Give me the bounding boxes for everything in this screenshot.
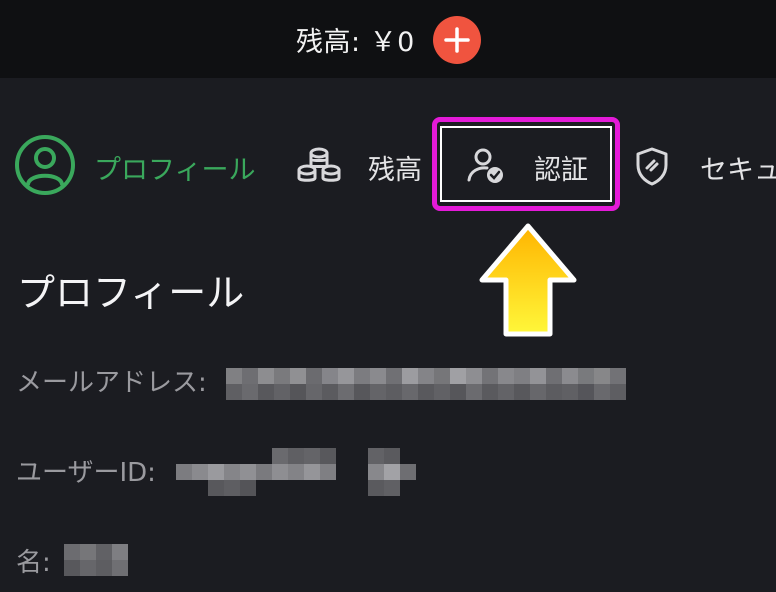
name-value-redacted: [64, 544, 136, 576]
balance-label: 残高: ￥0: [296, 26, 415, 58]
tab-verification[interactable]: 認証: [460, 124, 600, 208]
tab-security-label: セキュ: [700, 155, 776, 186]
user-id-label: ユーザーID:: [16, 458, 156, 488]
balance-display: 残高: ￥0: [296, 17, 415, 61]
coins-stack-icon: [297, 147, 341, 182]
profile-tabs: プロフィール 残高 認証 セキュ: [0, 124, 776, 208]
tab-balance[interactable]: 残高: [296, 124, 428, 208]
tab-security[interactable]: セキュ: [634, 124, 776, 208]
plus-icon: [444, 27, 470, 53]
email-value-redacted: [226, 368, 626, 400]
top-bar: 残高: ￥0: [0, 0, 776, 78]
user-id-value-redacted: [176, 448, 416, 496]
tab-balance-label: 残高: [368, 155, 422, 186]
user-verified-icon: [467, 148, 503, 183]
tab-profile[interactable]: プロフィール: [12, 124, 262, 208]
annotation-arrow-up-icon: [479, 223, 577, 337]
page-title: プロフィール: [17, 271, 245, 315]
shield-icon: [636, 147, 668, 186]
email-label: メールアドレス:: [16, 368, 207, 398]
tab-profile-label: プロフィール: [94, 155, 256, 186]
add-funds-button[interactable]: [433, 16, 481, 64]
name-label: 名:: [16, 548, 51, 578]
user-circle-icon: [15, 135, 75, 195]
tab-verification-label: 認証: [534, 155, 588, 186]
